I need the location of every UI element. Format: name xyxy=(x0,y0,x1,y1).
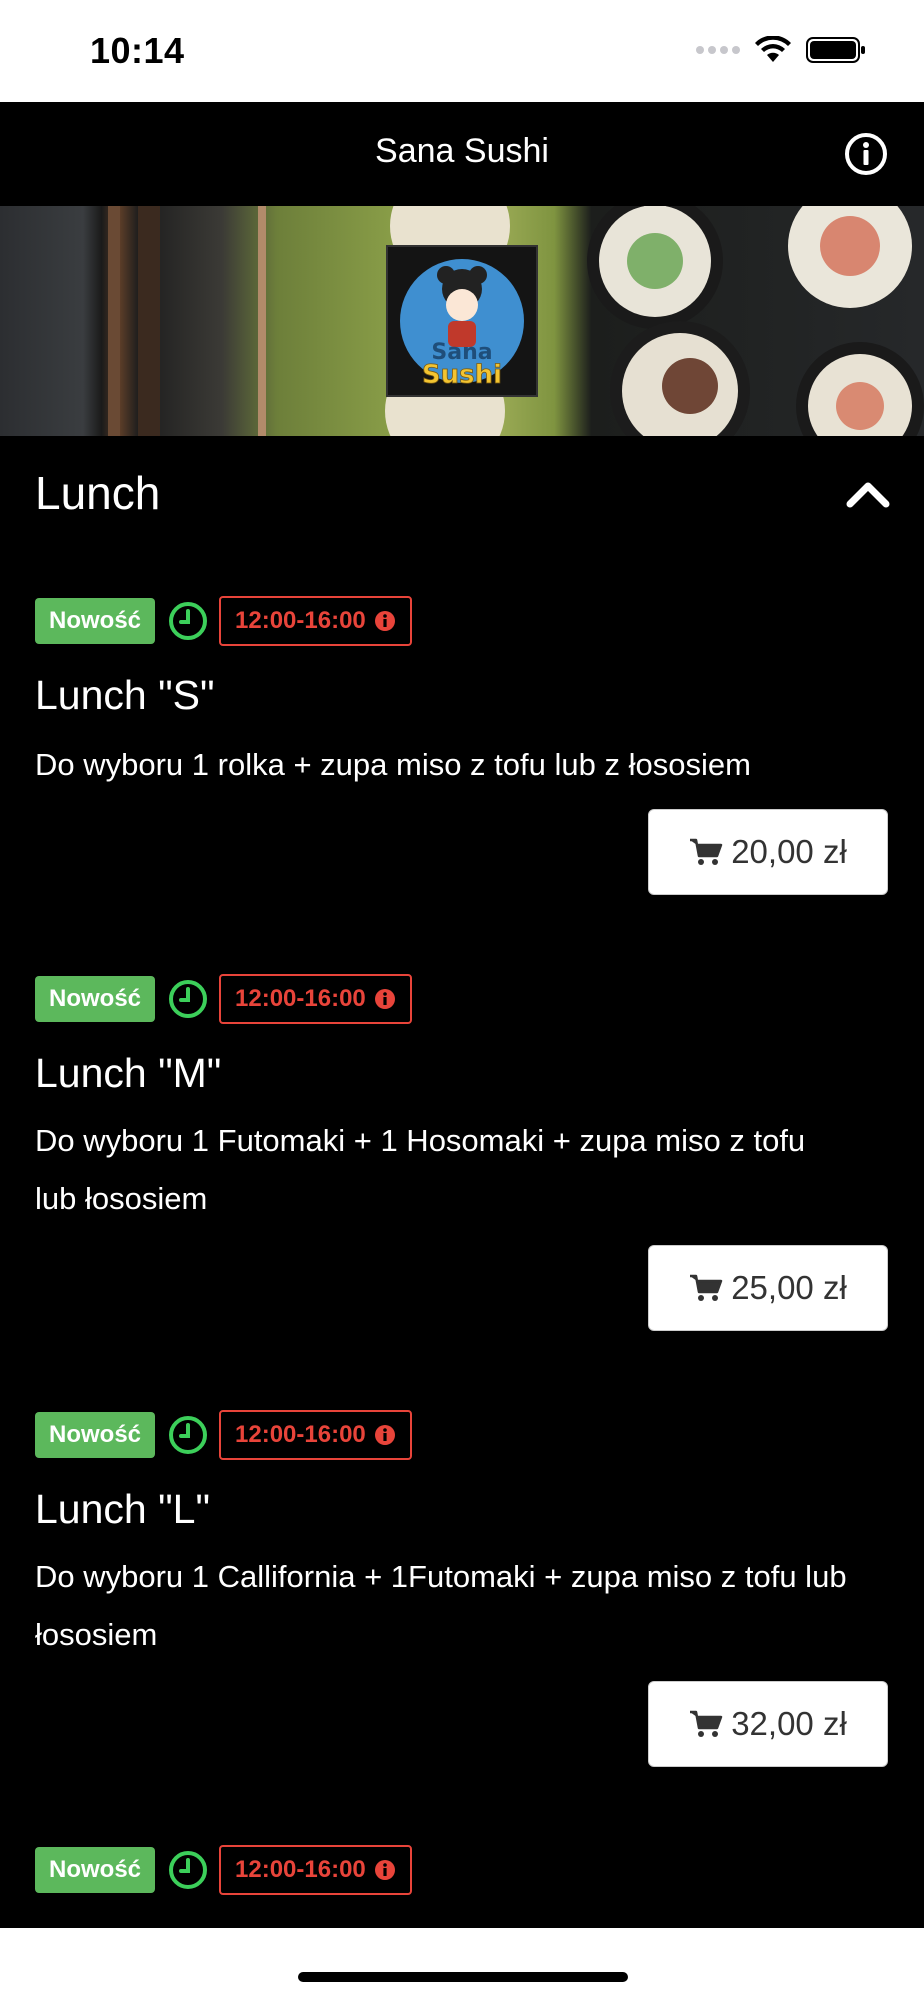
cart-icon xyxy=(690,1274,723,1301)
menu-item: Nowość 12:00-16:00 Lunch "M" Do wyboru 1… xyxy=(0,974,924,1344)
clock-icon xyxy=(169,1851,208,1889)
badge-row: Nowość 12:00-16:00 xyxy=(35,1410,412,1460)
clock-icon xyxy=(169,1416,208,1454)
new-badge: Nowość xyxy=(35,1847,156,1893)
hours-text: 12:00-16:00 xyxy=(235,1856,366,1883)
battery-icon xyxy=(806,37,865,63)
app-title: Sana Sushi xyxy=(375,132,549,170)
app-header: Sana Sushi xyxy=(0,102,924,206)
status-icons xyxy=(696,36,866,64)
signal-icon xyxy=(696,46,740,54)
cart-icon xyxy=(690,838,723,865)
price-text: 32,00 zł xyxy=(731,1705,847,1742)
item-description: Do wyboru 1 rolka + zupa miso z tofu lub… xyxy=(35,747,751,782)
status-bar: 10:14 xyxy=(0,0,924,102)
menu-item: Nowość 12:00-16:00 Lunch "L" Do wyboru 1… xyxy=(0,1410,924,1780)
item-description: Do wyboru 1 Callifornia + 1Futomaki + zu… xyxy=(35,1559,847,1652)
new-badge: Nowość xyxy=(35,598,156,644)
logo-icon: Sana Sushi xyxy=(388,247,536,395)
home-indicator-area xyxy=(0,1928,924,2000)
hours-text: 12:00-16:00 xyxy=(235,607,366,634)
cart-icon xyxy=(690,1710,723,1737)
restaurant-logo: Sana Sushi xyxy=(386,245,538,397)
section-title: Lunch xyxy=(35,467,161,519)
clock-icon xyxy=(169,602,208,640)
item-title: Lunch "M" xyxy=(35,1050,222,1096)
new-badge: Nowość xyxy=(35,976,156,1022)
item-title: Lunch "L" xyxy=(35,1486,211,1532)
new-badge: Nowość xyxy=(35,1412,156,1458)
menu-item: Nowość 12:00-16:00 Lunch "S" Do wyboru 1… xyxy=(0,596,924,896)
hours-badge[interactable]: 12:00-16:00 xyxy=(219,1845,412,1895)
info-icon[interactable] xyxy=(844,132,888,176)
info-small-icon xyxy=(374,1425,395,1445)
add-to-cart-button[interactable]: 20,00 zł xyxy=(648,809,888,895)
info-small-icon xyxy=(374,989,395,1009)
info-small-icon xyxy=(374,611,395,631)
hours-text: 12:00-16:00 xyxy=(235,985,366,1012)
hours-text: 12:00-16:00 xyxy=(235,1421,366,1448)
hours-badge[interactable]: 12:00-16:00 xyxy=(219,974,412,1024)
section-header[interactable]: Lunch xyxy=(0,436,924,556)
badge-row: Nowość 12:00-16:00 xyxy=(35,1845,412,1895)
price-text: 20,00 zł xyxy=(731,833,847,870)
hours-badge[interactable]: 12:00-16:00 xyxy=(219,596,412,646)
price-text: 25,00 zł xyxy=(731,1269,847,1306)
badge-row: Nowość 12:00-16:00 xyxy=(35,974,412,1024)
info-small-icon xyxy=(374,1860,395,1880)
menu-item: Nowość 12:00-16:00 xyxy=(0,1845,924,1905)
home-indicator[interactable] xyxy=(298,1972,628,1982)
svg-text:Sushi: Sushi xyxy=(422,360,502,390)
status-time: 10:14 xyxy=(90,30,185,71)
clock-icon xyxy=(169,980,208,1018)
chevron-up-icon[interactable] xyxy=(846,478,890,508)
item-description: Do wyboru 1 Futomaki + 1 Hosomaki + zupa… xyxy=(35,1123,806,1216)
item-title: Lunch "S" xyxy=(35,672,215,718)
add-to-cart-button[interactable]: 32,00 zł xyxy=(648,1681,888,1767)
badge-row: Nowość 12:00-16:00 xyxy=(35,596,412,646)
wifi-icon xyxy=(755,36,791,62)
hours-badge[interactable]: 12:00-16:00 xyxy=(219,1410,412,1460)
add-to-cart-button[interactable]: 25,00 zł xyxy=(648,1245,888,1331)
